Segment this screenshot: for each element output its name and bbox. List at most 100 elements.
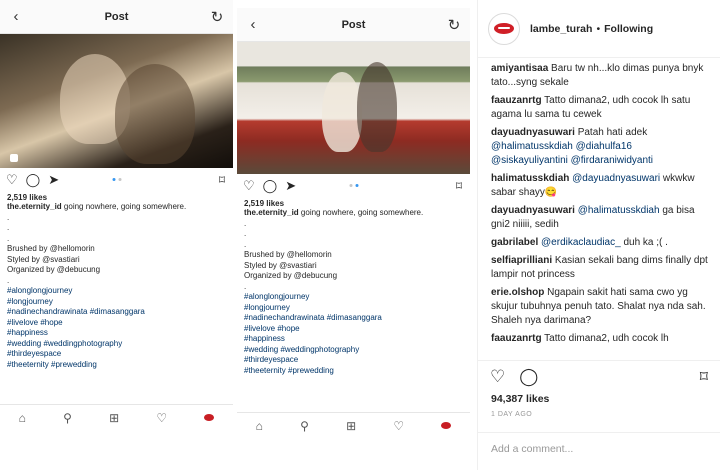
hashtag-line[interactable]: #wedding #weddingphotography (237, 345, 470, 356)
comment: dayuadnyasuwari @halimatusskdiah ga bisa… (491, 204, 708, 232)
likes-count[interactable]: 2,519 likes (0, 193, 233, 202)
caption: the.eternity_id going nowhere, going som… (237, 208, 470, 219)
panel-username[interactable]: lambe_turah (530, 23, 592, 35)
post-actions: ♡ ◯ ➤ ⌑ (0, 168, 233, 192)
comment-user[interactable]: halimatusskdiah (491, 173, 569, 184)
comment: selfiaprilliani Kasian sekali bang dims … (491, 254, 708, 282)
carousel-dots (349, 184, 358, 187)
comment-icon[interactable]: ◯ (26, 172, 41, 188)
hashtag-line[interactable]: #thirdeyespace (237, 355, 470, 366)
panel-likes-count[interactable]: 94,387 likes (491, 393, 549, 405)
comment-text: duh ka ;( . (623, 237, 668, 248)
add-comment-input[interactable]: Add a comment... (478, 432, 720, 470)
caption-dot: . (7, 275, 10, 285)
caption-username[interactable]: the.eternity_id (7, 202, 62, 211)
refresh-icon[interactable]: ↻ (209, 8, 225, 26)
hashtag-line[interactable]: #nadinechandrawinata #dimasanggara (0, 307, 233, 318)
refresh-icon[interactable]: ↻ (446, 16, 462, 34)
hashtag-line[interactable]: #wedding #weddingphotography (0, 339, 233, 350)
profile-lips-icon[interactable] (204, 414, 215, 421)
heart-icon[interactable]: ♡ (490, 367, 505, 387)
add-post-icon[interactable]: ⊞ (109, 411, 119, 425)
caption-dot: . (244, 239, 247, 249)
caption-credit: Styled by @svastiari (244, 260, 317, 270)
caption-credit: Brushed by @hellomorin (7, 244, 95, 253)
profile-lips-icon[interactable] (441, 422, 452, 429)
post-header: ‹ Post ↻ (237, 8, 470, 42)
heart-icon[interactable]: ♡ (243, 178, 255, 194)
back-arrow-icon[interactable]: ‹ (8, 8, 24, 25)
hashtag-line[interactable]: #alonglongjourney (0, 286, 233, 297)
caption-text: going nowhere, going somewhere. (300, 208, 424, 217)
comment: halimatusskdiah @dayuadnyasuwari wkwkw s… (491, 172, 708, 200)
comment: dayuadnyasuwari Patah hati adek @halimat… (491, 126, 708, 168)
bottom-nav: ⌂ ⚲ ⊞ ♡ (0, 404, 233, 430)
heart-icon[interactable]: ♡ (6, 172, 18, 188)
comment-icon[interactable]: ◯ (519, 367, 538, 387)
comment-user[interactable]: gabrilabel (491, 237, 538, 248)
bookmark-icon[interactable]: ⌑ (456, 179, 462, 193)
hashtag-line[interactable]: #theeternity #prewedding (0, 360, 233, 371)
comment-icon[interactable]: ◯ (263, 178, 278, 194)
following-button[interactable]: Following (604, 23, 653, 35)
caption-text: going nowhere, going somewhere. (63, 202, 187, 211)
activity-heart-icon[interactable]: ♡ (393, 419, 404, 433)
comment-text: Patah hati adek (577, 127, 648, 138)
back-arrow-icon[interactable]: ‹ (245, 16, 261, 33)
caption-username[interactable]: the.eternity_id (244, 208, 299, 217)
comment-user[interactable]: erie.olshop (491, 287, 544, 298)
post-screen-1: ‹ Post ↻ ♡ ◯ ➤ ⌑ 2,519 likes the.eternit… (0, 0, 233, 430)
post-photo[interactable] (0, 34, 233, 168)
hashtag-line[interactable]: #longjourney (237, 303, 470, 314)
comment-mention[interactable]: @erdikaclaudiac_ (541, 237, 621, 248)
share-icon[interactable]: ➤ (48, 172, 59, 188)
comment: erie.olshop Ngapain sakit hati sama cwo … (491, 286, 708, 328)
comment-user[interactable]: dayuadnyasuwari (491, 205, 575, 216)
search-icon[interactable]: ⚲ (63, 411, 72, 425)
hashtag-line[interactable]: #happiness (237, 334, 470, 345)
hashtag-line[interactable]: #livelove #hope (0, 318, 233, 329)
comment-user[interactable]: amiyantisaa (491, 63, 548, 74)
hashtag-line[interactable]: #longjourney (0, 297, 233, 308)
comment-mentions[interactable]: @halimatusskdiah @diahulfa16 @siskayuliy… (491, 141, 653, 166)
caption-credit: Organized by @debucung (7, 265, 101, 274)
caption-credit: Organized by @debucung (244, 271, 338, 280)
likes-count[interactable]: 2,519 likes (237, 199, 470, 208)
avatar[interactable] (488, 12, 520, 45)
comment-text: Tatto dimana2, udh cocok lh (544, 333, 669, 344)
comment-mention[interactable]: @dayuadnyasuwari (572, 173, 660, 184)
comment-mention[interactable]: @halimatusskdiah (578, 205, 660, 216)
comment-user[interactable]: faauzanrtg (491, 95, 542, 106)
search-icon[interactable]: ⚲ (300, 419, 309, 433)
comment-user[interactable]: faauzanrtg (491, 333, 542, 344)
hashtag-line[interactable]: #alonglongjourney (237, 292, 470, 303)
post-photo[interactable] (237, 42, 470, 174)
post-actions: ♡ ◯ ➤ ⌑ (237, 174, 470, 198)
add-post-icon[interactable]: ⊞ (346, 419, 356, 433)
comment-user[interactable]: dayuadnyasuwari (491, 127, 575, 138)
home-icon[interactable]: ⌂ (19, 411, 26, 425)
user-tag-icon[interactable] (10, 154, 18, 162)
lips-logo-icon (494, 23, 514, 34)
comment-user[interactable]: selfiaprilliani (491, 255, 552, 266)
comment: faauzanrtg Tatto dimana2, udh cocok lh (491, 332, 708, 346)
bookmark-icon[interactable]: ⌑ (700, 367, 708, 387)
activity-heart-icon[interactable]: ♡ (156, 411, 167, 425)
home-icon[interactable]: ⌂ (256, 419, 263, 433)
comment: faauzanrtg Tatto dimana2, udh cocok lh s… (491, 94, 708, 122)
caption-dot: . (244, 229, 247, 238)
share-icon[interactable]: ➤ (285, 178, 296, 194)
post-title: Post (104, 10, 129, 23)
caption-dot: . (7, 233, 10, 243)
hashtag-line[interactable]: #theeternity #prewedding (237, 366, 470, 377)
post-timestamp[interactable]: 1 DAY AGO (491, 411, 532, 418)
post-screen-2: ‹ Post ↻ ♡ ◯ ➤ ⌑ 2,519 likes the.eternit… (237, 8, 470, 438)
bottom-nav: ⌂ ⚲ ⊞ ♡ (237, 412, 470, 438)
hashtag-line[interactable]: #thirdeyespace (0, 349, 233, 360)
caption-dot: . (244, 218, 247, 228)
bookmark-icon[interactable]: ⌑ (219, 173, 225, 187)
hashtag-line[interactable]: #happiness (0, 328, 233, 339)
caption-dot: . (7, 212, 10, 222)
hashtag-line[interactable]: #livelove #hope (237, 324, 470, 335)
hashtag-line[interactable]: #nadinechandrawinata #dimasanggara (237, 313, 470, 324)
